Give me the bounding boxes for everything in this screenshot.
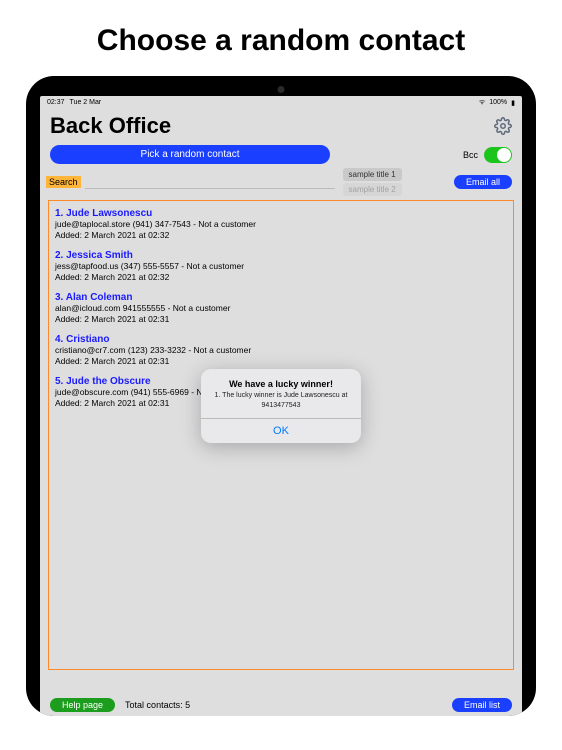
contact-item[interactable]: 1. Jude Lawsonescujude@taplocal.store (9… — [55, 205, 507, 247]
status-bar: 02:37 Tue 2 Mar ᯤ 100% ▮ — [40, 96, 522, 109]
contact-details: jude@taplocal.store (941) 347-7543 - Not… — [55, 219, 507, 230]
contact-name: 1. Jude Lawsonescu — [55, 208, 507, 219]
contact-name: 2. Jessica Smith — [55, 250, 507, 261]
pick-random-button[interactable]: Pick a random contact — [50, 145, 330, 164]
email-list-button[interactable]: Email list — [452, 698, 512, 712]
search-label: Search — [46, 176, 81, 188]
contact-item[interactable]: 2. Jessica Smithjess@tapfood.us (347) 55… — [55, 247, 507, 289]
dialog-title: We have a lucky winner! — [201, 369, 361, 391]
contact-details: cristiano@cr7.com (123) 233-3232 - Not a… — [55, 345, 507, 356]
contact-added: Added: 2 March 2021 at 02:31 — [55, 314, 507, 325]
battery-percent: 100% — [489, 99, 507, 106]
title-chip-1[interactable]: sample title 1 — [343, 168, 402, 181]
contact-name: 4. Cristiano — [55, 334, 507, 345]
dialog-body: 1. The lucky winner is Jude Lawsonescu a… — [201, 391, 361, 417]
wifi-icon: ᯤ — [479, 98, 485, 107]
email-all-button[interactable]: Email all — [454, 175, 512, 189]
contact-added: Added: 2 March 2021 at 02:31 — [55, 356, 507, 367]
total-contacts: Total contacts: 5 — [125, 700, 190, 710]
marketing-heading: Choose a random contact — [0, 0, 562, 76]
bcc-toggle[interactable] — [484, 147, 512, 163]
search-row: Search sample title 1 sample title 2 Ema… — [40, 166, 522, 198]
footer-bar: Help page Total contacts: 5 Email list — [40, 694, 522, 716]
tablet-frame: 02:37 Tue 2 Mar ᯤ 100% ▮ Back Office Pic… — [26, 76, 536, 716]
dialog-ok-button[interactable]: OK — [201, 418, 361, 443]
contact-added: Added: 2 March 2021 at 02:32 — [55, 230, 507, 241]
battery-icon: ▮ — [511, 99, 515, 107]
controls-row: Pick a random contact Bcc — [40, 141, 522, 166]
contact-item[interactable]: 4. Cristianocristiano@cr7.com (123) 233-… — [55, 331, 507, 373]
search-input[interactable] — [85, 175, 335, 189]
app-screen: 02:37 Tue 2 Mar ᯤ 100% ▮ Back Office Pic… — [40, 96, 522, 716]
gear-icon[interactable] — [494, 117, 512, 135]
app-title: Back Office — [50, 113, 171, 139]
help-page-button[interactable]: Help page — [50, 698, 115, 712]
winner-dialog: We have a lucky winner! 1. The lucky win… — [201, 369, 361, 442]
camera-dot — [278, 86, 285, 93]
title-chip-2[interactable]: sample title 2 — [343, 183, 402, 196]
status-time: 02:37 — [47, 99, 65, 106]
contact-item[interactable]: 3. Alan Colemanalan@icloud.com 941555555… — [55, 289, 507, 331]
status-date: Tue 2 Mar — [70, 99, 102, 106]
contact-name: 3. Alan Coleman — [55, 292, 507, 303]
contact-details: jess@tapfood.us (347) 555-5557 - Not a c… — [55, 261, 507, 272]
app-header: Back Office — [40, 109, 522, 141]
bcc-label: Bcc — [463, 150, 478, 160]
contact-details: alan@icloud.com 941555555 - Not a custom… — [55, 303, 507, 314]
contact-added: Added: 2 March 2021 at 02:32 — [55, 272, 507, 283]
